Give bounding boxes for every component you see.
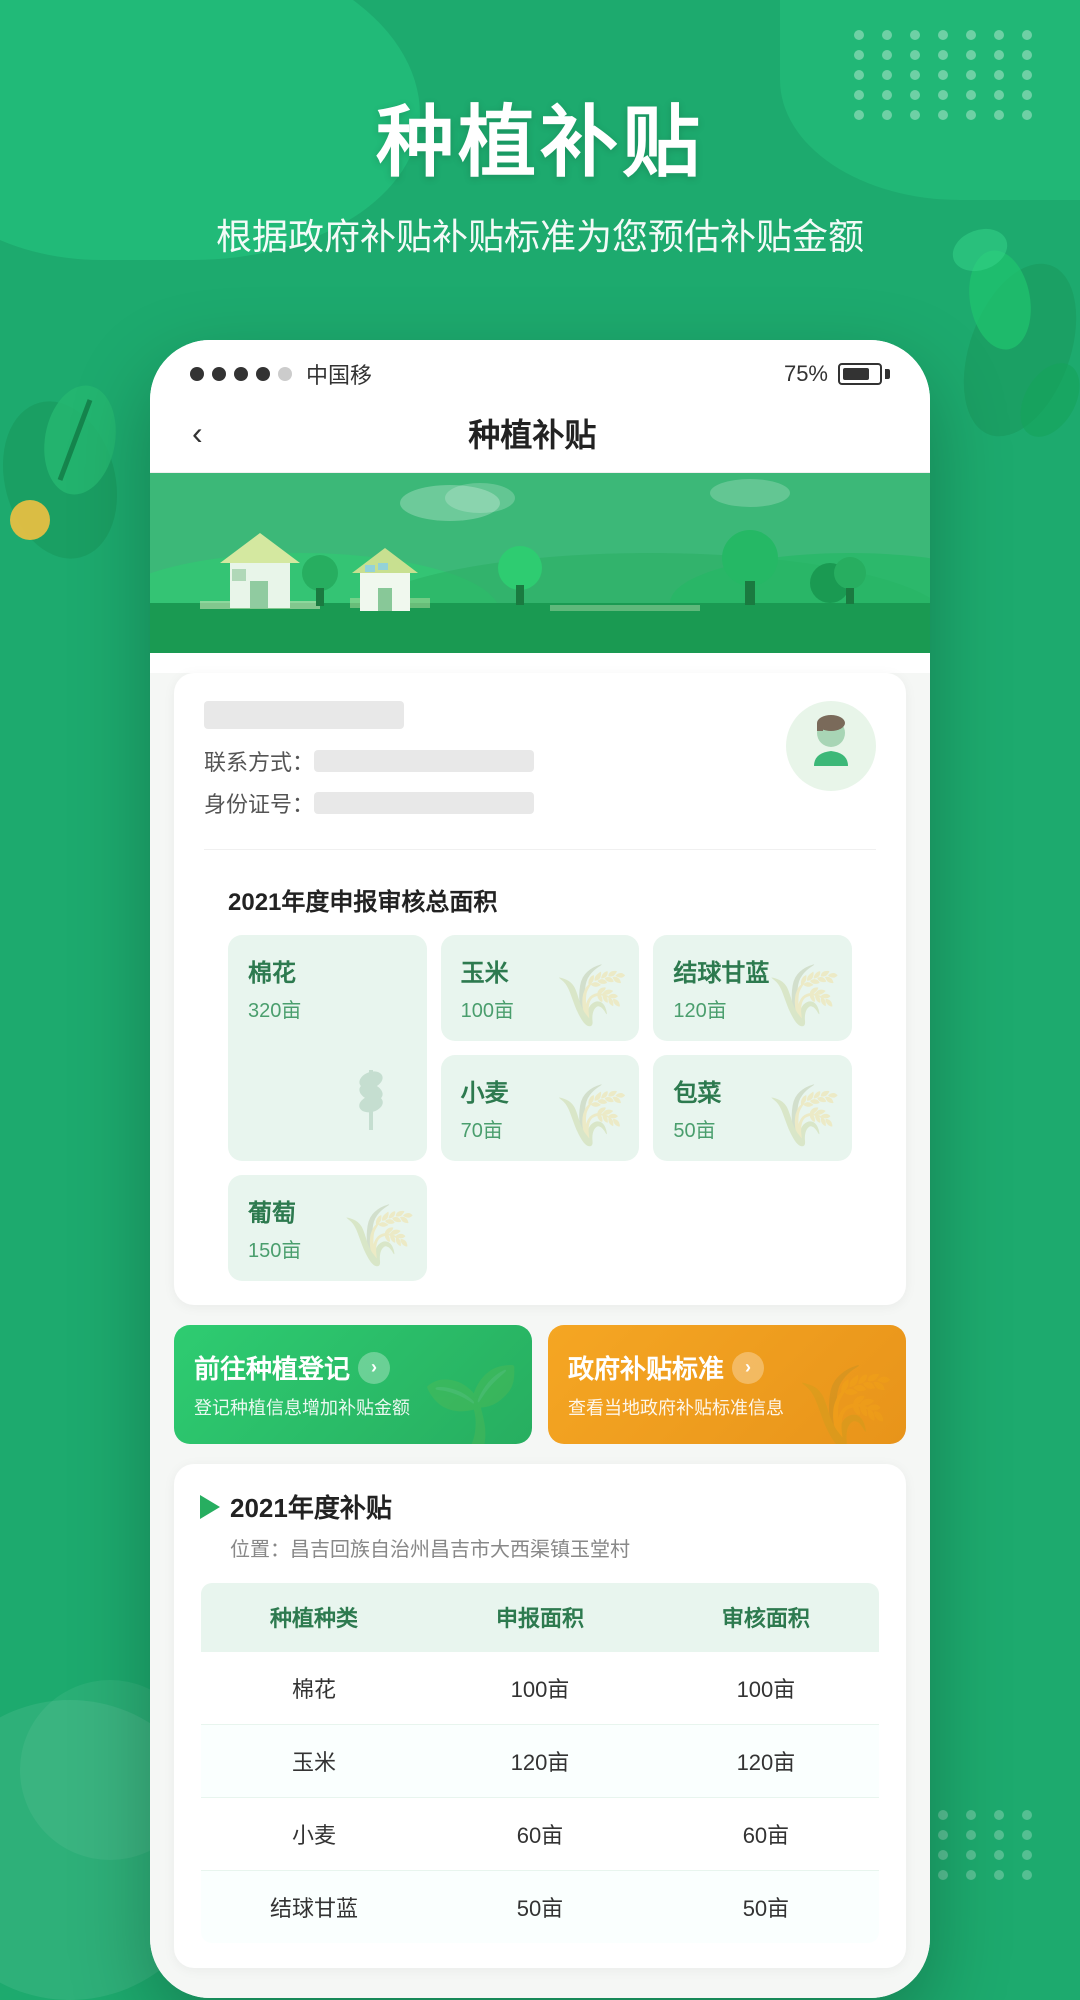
user-id-field: 身份证号： — [204, 787, 786, 819]
standard-button[interactable]: 政府补贴标准 › 查看当地政府补贴标准信息 🌾 — [548, 1325, 906, 1444]
register-button[interactable]: 前往种植登记 › 登记种植信息增加补贴金额 🌱 — [174, 1325, 532, 1444]
cell-declared-1: 120亩 — [427, 1725, 653, 1798]
table-header-row: 种植种类 申报面积 审核面积 — [201, 1583, 880, 1652]
user-name-blurred — [204, 701, 404, 729]
contact-value-blurred — [314, 750, 534, 772]
divider — [204, 849, 876, 850]
table-row: 玉米 120亩 120亩 — [201, 1725, 880, 1798]
battery-body — [838, 363, 882, 385]
col-header-crop: 种植种类 — [201, 1583, 428, 1652]
leaf-icon-pakchoi: 🌾 — [767, 1080, 842, 1151]
cell-declared-0: 100亩 — [427, 1652, 653, 1725]
wheat-icon-cotton — [331, 1060, 411, 1145]
avatar — [786, 701, 876, 791]
leaf-icon-cabbage: 🌾 — [767, 960, 842, 1031]
cell-crop-0: 棉花 — [201, 1652, 428, 1725]
subsidy-location: 位置：昌吉回族自治州昌吉市大西渠镇玉堂村 — [200, 1533, 880, 1562]
cell-audited-1: 120亩 — [653, 1725, 880, 1798]
cell-declared-2: 60亩 — [427, 1798, 653, 1871]
carrier-label: 中国移 — [306, 358, 372, 390]
col-header-audited: 审核面积 — [653, 1583, 880, 1652]
leaf-icon-corn: 🌾 — [555, 960, 630, 1031]
battery-icon — [838, 363, 890, 385]
battery-tip — [885, 369, 890, 379]
triangle-icon — [200, 1495, 220, 1519]
subsidy-header: 2021年度补贴 — [200, 1488, 880, 1525]
register-deco-icon: 🌱 — [422, 1360, 522, 1444]
id-label: 身份证号： — [204, 787, 314, 819]
crop-card-pakchoi: 包菜 50亩 🌾 — [653, 1055, 852, 1161]
subsidy-section: 2021年度补贴 位置：昌吉回族自治州昌吉市大西渠镇玉堂村 种植种类 申报面积 … — [174, 1464, 906, 1968]
leaf-icon-wheat: 🌾 — [555, 1080, 630, 1151]
area-section: 2021年度申报审核总面积 棉花 320亩 — [204, 866, 876, 1281]
crop-card-corn: 玉米 100亩 🌾 — [441, 935, 640, 1041]
id-value-blurred — [314, 792, 534, 814]
crop-card-cotton: 棉花 320亩 — [228, 935, 427, 1161]
crop-name-cotton: 棉花 — [248, 953, 407, 988]
leaf-icon-grape: 🌾 — [342, 1200, 417, 1271]
title-area: 种植补贴 根据政府补贴补贴标准为您预估补贴金额 — [0, 80, 1080, 260]
user-info: 联系方式： 身份证号： — [204, 701, 786, 829]
avatar-icon — [796, 711, 866, 781]
nav-bar: ‹ 种植补贴 — [150, 400, 930, 473]
battery-fill — [843, 368, 869, 380]
user-contact-field: 联系方式： — [204, 745, 786, 777]
crop-grid: 棉花 320亩 — [228, 935, 852, 1281]
back-button[interactable]: ‹ — [180, 411, 215, 456]
crop-card-wheat: 小麦 70亩 🌾 — [441, 1055, 640, 1161]
signal-dot-1 — [190, 367, 204, 381]
table-row: 棉花 100亩 100亩 — [201, 1652, 880, 1725]
area-section-title: 2021年度申报审核总面积 — [228, 882, 852, 917]
user-card: 联系方式： 身份证号： — [174, 673, 906, 1305]
table-header: 种植种类 申报面积 审核面积 — [201, 1583, 880, 1652]
page-main-title: 种植补贴 — [0, 80, 1080, 192]
status-left: 中国移 — [190, 358, 372, 390]
table-row: 结球甘蓝 50亩 50亩 — [201, 1871, 880, 1944]
subsidy-table: 种植种类 申报面积 审核面积 棉花 100亩 100亩 玉米 120亩 120亩 — [200, 1582, 880, 1944]
table-row: 小麦 60亩 60亩 — [201, 1798, 880, 1871]
cell-crop-2: 小麦 — [201, 1798, 428, 1871]
crop-card-grape: 葡萄 150亩 🌾 — [228, 1175, 427, 1281]
cell-crop-3: 结球甘蓝 — [201, 1871, 428, 1944]
contact-label: 联系方式： — [204, 745, 314, 777]
battery-percent: 75% — [784, 361, 828, 387]
cell-audited-0: 100亩 — [653, 1652, 880, 1725]
leaf-left-decoration — [0, 280, 160, 560]
subsidy-title: 2021年度补贴 — [230, 1488, 392, 1525]
action-buttons: 前往种植登记 › 登记种植信息增加补贴金额 🌱 政府补贴标准 › 查看当地政府补… — [174, 1325, 906, 1444]
col-header-declared: 申报面积 — [427, 1583, 653, 1652]
status-bar: 中国移 75% — [150, 340, 930, 400]
cell-crop-1: 玉米 — [201, 1725, 428, 1798]
cell-audited-2: 60亩 — [653, 1798, 880, 1871]
signal-dot-2 — [212, 367, 226, 381]
phone-content: 联系方式： 身份证号： — [150, 673, 930, 1998]
page-subtitle: 根据政府补贴补贴标准为您预估补贴金额 — [0, 208, 1080, 260]
standard-deco-icon: 🌾 — [796, 1360, 896, 1444]
cell-declared-3: 50亩 — [427, 1871, 653, 1944]
signal-dot-5 — [278, 367, 292, 381]
signal-dot-3 — [234, 367, 248, 381]
phone-mockup: 中国移 75% ‹ 种植补贴 — [150, 340, 930, 1998]
cell-audited-3: 50亩 — [653, 1871, 880, 1944]
status-right: 75% — [784, 361, 890, 387]
standard-title-text: 政府补贴标准 — [568, 1349, 724, 1386]
nav-title: 种植补贴 — [215, 410, 850, 456]
crop-card-cabbage: 结球甘蓝 120亩 🌾 — [653, 935, 852, 1041]
crop-area-cotton: 320亩 — [248, 994, 407, 1023]
landscape-svg — [150, 473, 930, 653]
register-title-text: 前往种植登记 — [194, 1349, 350, 1386]
register-arrow-icon: › — [358, 1352, 390, 1384]
table-body: 棉花 100亩 100亩 玉米 120亩 120亩 小麦 60亩 60亩 — [201, 1652, 880, 1944]
hero-image — [150, 473, 930, 653]
user-header: 联系方式： 身份证号： — [204, 701, 876, 829]
standard-arrow-icon: › — [732, 1352, 764, 1384]
signal-dot-4 — [256, 367, 270, 381]
